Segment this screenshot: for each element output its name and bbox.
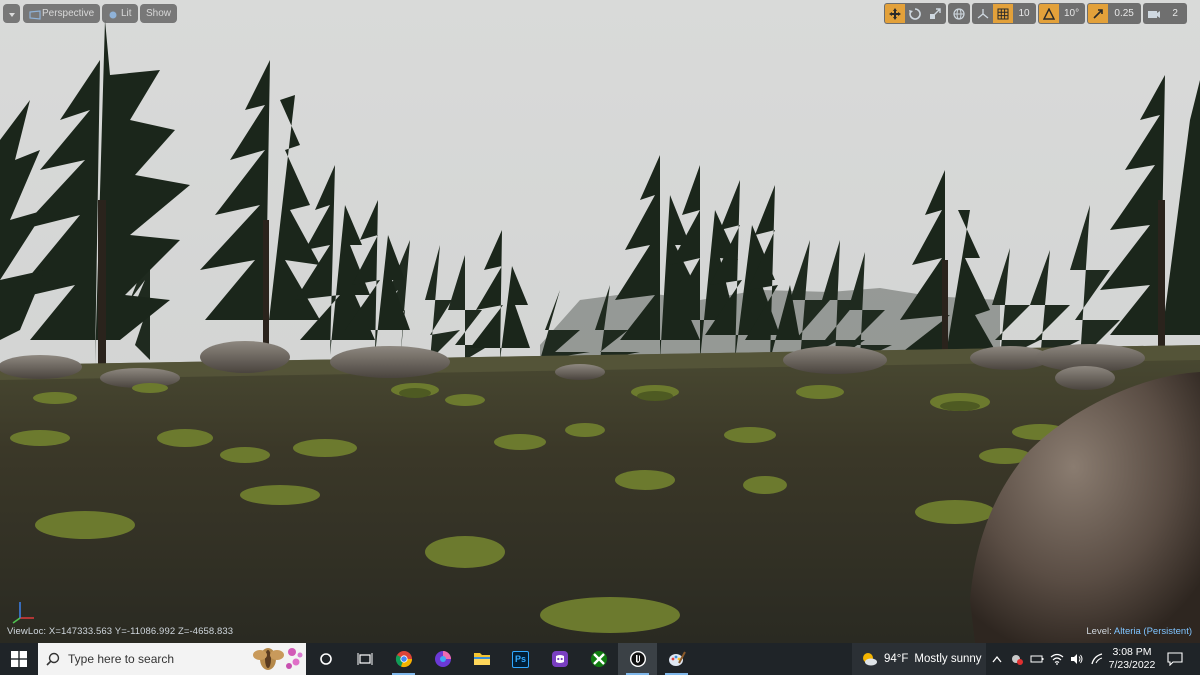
level-indicator: Level: Alteria (Persistent) [1086,626,1192,637]
level-label: Level: [1086,626,1112,637]
viewport-options-button[interactable] [3,4,20,23]
chrome-icon [395,651,412,668]
weather-widget[interactable]: 94°F Mostly sunny [852,643,986,675]
rotation-snap-toggle[interactable] [1039,4,1059,23]
wifi-button[interactable] [1048,643,1066,675]
xbox-icon [590,651,607,667]
view-location-readout: ViewLoc: X=147333.563 Y=-11086.992 Z=-46… [7,626,234,637]
weather-temp: 94°F [884,653,909,665]
notification-center-button[interactable] [1162,643,1188,675]
scale-mode-button[interactable] [925,4,945,23]
grid-icon [997,8,1009,19]
windows-taskbar: Type here to search Ps 94°F Mostly sunny… [0,643,1200,675]
chevron-up-icon [992,655,1002,663]
firefox-taskbar-button[interactable] [423,643,462,675]
camera-speed-group: 2 [1143,3,1188,24]
rotate-icon [909,7,921,20]
transform-mode-group [884,3,946,24]
folder-icon [473,653,490,665]
show-label: Show [146,8,172,19]
camera-speed-value[interactable]: 2 [1164,4,1186,23]
firefox-dev-icon [434,651,451,667]
perspective-icon [29,9,41,20]
scale-snap-value[interactable]: 0.25 [1108,4,1140,23]
tray-app-button[interactable] [1008,643,1026,675]
battery-button[interactable] [1028,643,1046,675]
start-button[interactable] [0,643,38,675]
taskbar-clock[interactable]: 3:08 PM 7/23/2022 [1104,646,1160,672]
level-viewport[interactable]: Perspective Lit Show 10 10° 0.25 2 ViewL… [0,0,1200,643]
file-explorer-taskbar-button[interactable] [462,643,501,675]
notification-icon [1167,652,1183,666]
pen-icon [1091,653,1103,665]
move-icon [889,7,901,20]
perspective-label: Perspective [42,8,95,19]
system-tray [988,643,1106,675]
grid-snap-toggle[interactable] [993,4,1013,23]
photoshop-icon: Ps [512,650,529,668]
xbox-taskbar-button[interactable] [579,643,618,675]
globe-icon [953,7,965,20]
scale-icon [930,7,941,19]
paint-taskbar-button[interactable] [657,643,696,675]
clock-date: 7/23/2022 [1108,659,1156,671]
search-highlight-illustration-icon [253,648,303,670]
rotation-snap-group: 10° [1038,3,1086,24]
show-hidden-icons-button[interactable] [988,643,1006,675]
grid-snap-value[interactable]: 10 [1013,4,1035,23]
surface-snap-button[interactable] [973,4,993,23]
rotate-mode-button[interactable] [905,4,925,23]
paint-icon [668,651,686,666]
unreal-engine-taskbar-button[interactable] [618,643,657,675]
angle-icon [1043,7,1055,20]
surface-snap-icon [977,8,989,19]
axis-gizmo-icon [12,602,34,624]
cortana-icon [319,653,332,665]
taskbar-search-box[interactable]: Type here to search [38,643,306,675]
scale-snap-toggle[interactable] [1088,4,1109,23]
coordinate-system-group [948,3,970,24]
discord-icon [551,651,568,667]
camera-icon [1148,10,1161,18]
discord-taskbar-button[interactable] [540,643,579,675]
task-view-button[interactable] [345,643,384,675]
volume-button[interactable] [1068,643,1086,675]
viewport-right-toolbar: 10 10° 0.25 2 [884,3,1188,24]
speaker-icon [1071,654,1083,664]
partly-sunny-icon [863,653,877,666]
chrome-taskbar-button[interactable] [384,643,423,675]
lit-button[interactable]: Lit [102,4,138,23]
level-name: Alteria (Persistent) [1113,626,1192,637]
grid-snap-group: 10 [972,3,1036,24]
perspective-button[interactable]: Perspective [23,4,101,23]
lit-icon [108,9,118,19]
search-placeholder: Type here to search [68,652,175,666]
rotation-snap-value[interactable]: 10° [1059,4,1084,23]
tray-app-icon [1012,655,1023,665]
wifi-icon [1050,653,1064,665]
chevron-down-icon [7,9,17,19]
show-button[interactable]: Show [140,4,178,23]
camera-speed-button[interactable] [1144,4,1164,23]
lit-label: Lit [121,8,132,19]
translate-mode-button[interactable] [885,4,905,23]
windows-logo-icon [11,651,27,667]
weather-text: Mostly sunny [914,653,982,665]
world-space-button[interactable] [949,4,969,23]
clock-time: 3:08 PM [1112,646,1152,658]
photoshop-taskbar-button[interactable]: Ps [501,643,540,675]
task-view-icon [357,653,372,665]
unreal-engine-icon [629,651,646,667]
task-view-button[interactable] [306,643,345,675]
battery-icon [1030,655,1044,663]
scale-snap-group: 0.25 [1087,3,1142,24]
search-icon [46,652,60,666]
forest-scene [0,0,1200,643]
scale-snap-icon [1093,8,1103,19]
